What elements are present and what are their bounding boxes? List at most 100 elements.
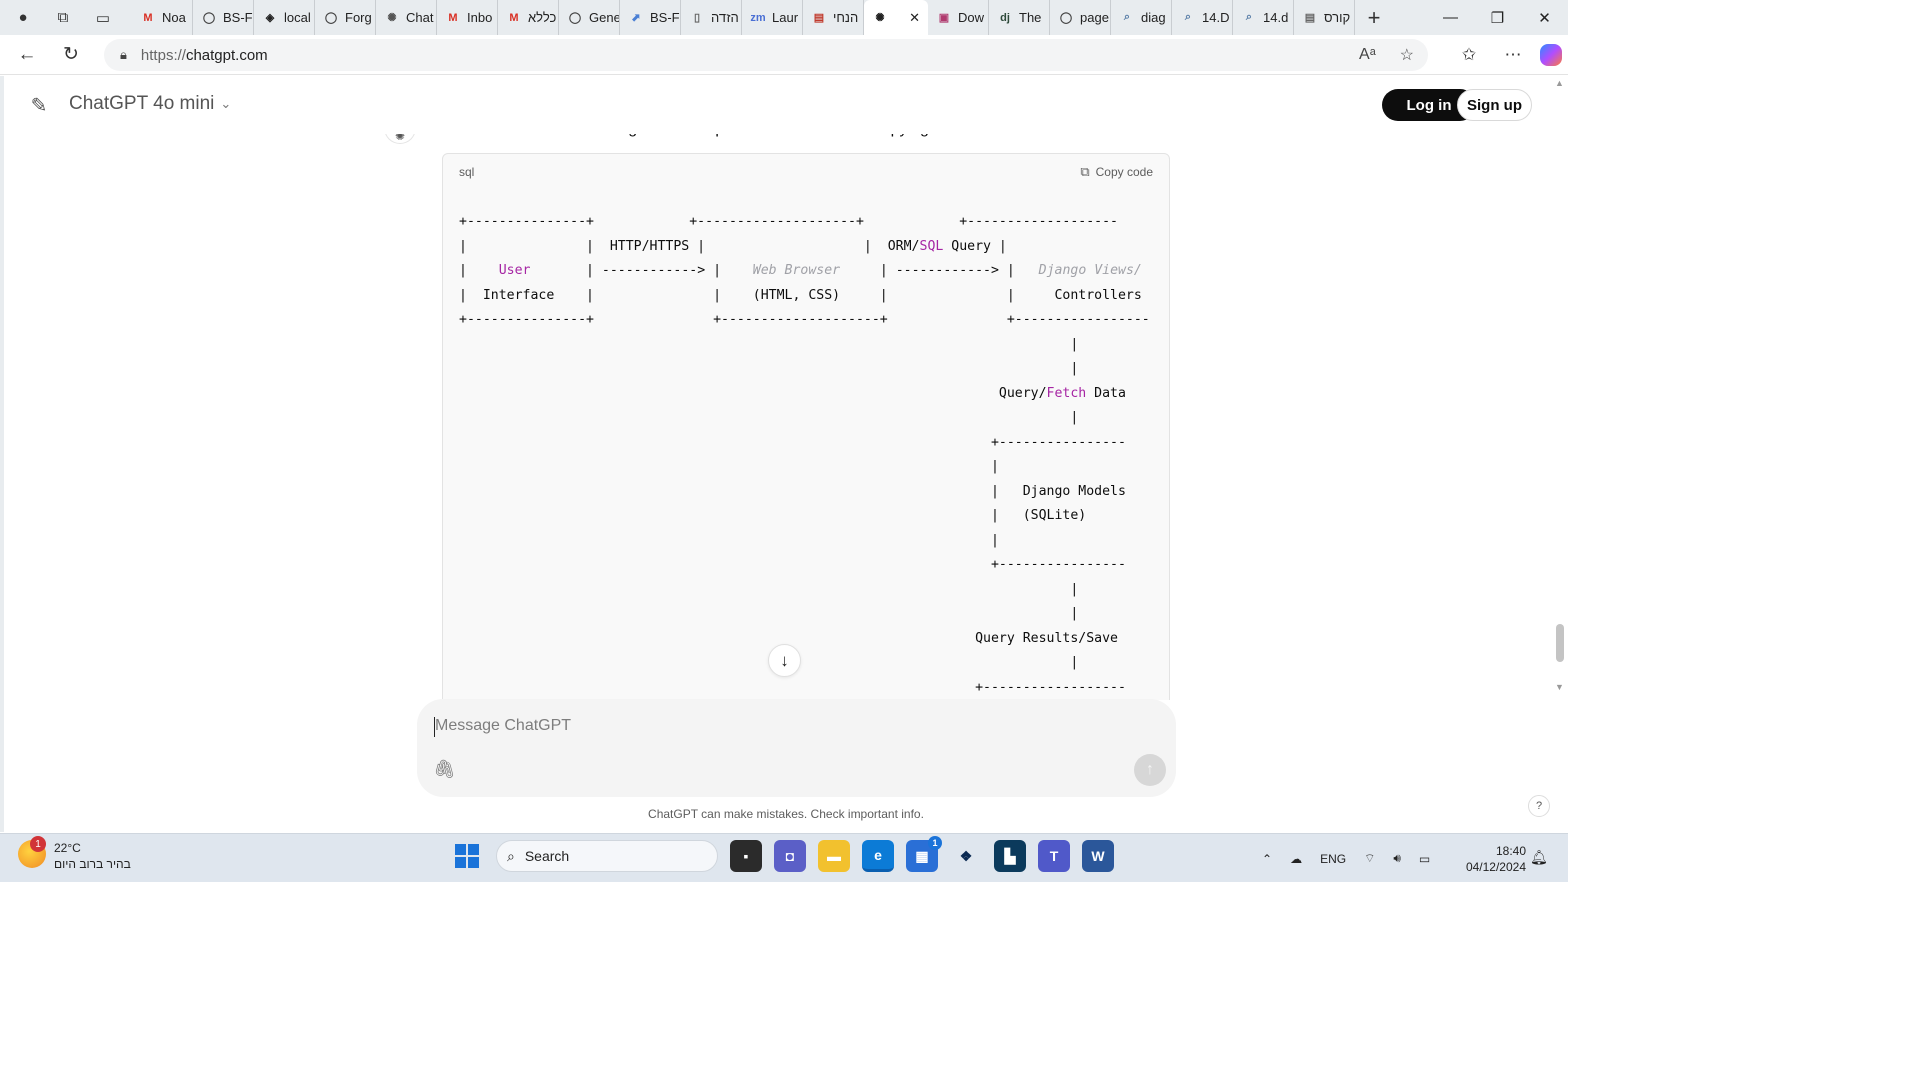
wifi-icon[interactable]: ⌔ (1364, 851, 1375, 866)
profile-icon[interactable]: ● (10, 5, 36, 31)
tab-favicon-icon: ⌕ (1184, 11, 1192, 23)
time: 18:40 (1495, 844, 1526, 858)
code-line: | (459, 410, 1079, 425)
tab-favicon-icon: ▤ (813, 12, 825, 24)
window-controls: — ❐ ✕ (1427, 0, 1568, 35)
tab-strip-right: ▣ Dow dj The ◯ page ⌕ diag ⌕ 14.D ⌕ 14.d ▤ קורס (928, 0, 1355, 35)
lock-icon[interactable]: 🔒︎ (120, 47, 127, 63)
restore-button[interactable]: ❐ (1474, 0, 1521, 35)
conversation[interactable]: ✺ Here's the architecture diagram with s… (4, 116, 1552, 700)
weather-widget[interactable]: 1 22°C בהיר ברוב היום (18, 836, 131, 872)
task-view-icon[interactable]: ▪ (730, 840, 762, 872)
windows-start-icon[interactable] (450, 839, 484, 873)
paperclip-icon[interactable]: 🖇︎ (433, 759, 456, 780)
tab-label: הנחי (833, 10, 859, 25)
left-tab-3[interactable]: ◯ Forg (315, 0, 376, 35)
tab-favicon-icon: ▯ (693, 12, 701, 24)
minimize-button[interactable]: — (1427, 0, 1474, 35)
page-scrollbar[interactable]: ▲ ▼ (1552, 76, 1568, 832)
left-tab-1[interactable]: ◯ BS-F (193, 0, 254, 35)
tab-active-chatgpt[interactable]: ✺ ✕ (864, 0, 928, 35)
more-menu-icon[interactable]: ⋯ (1496, 39, 1530, 71)
scroll-down-arrow-icon[interactable]: ▼ (1555, 682, 1564, 692)
tab-favicon-icon: ◯ (1059, 12, 1073, 24)
favorites-icon[interactable]: ✩ (1452, 39, 1486, 71)
signup-button[interactable]: Sign up (1457, 89, 1532, 121)
edge-icon[interactable]: e (862, 840, 894, 872)
left-tab-9[interactable]: ▯ הזדה (681, 0, 742, 35)
weather-icon: 1 (18, 836, 46, 868)
back-button[interactable]: ← (8, 39, 46, 71)
code-line: +---------------+ +--------------------+… (459, 214, 1118, 229)
tab-favicon-icon: zm (750, 11, 766, 24)
copilot-icon[interactable] (1540, 44, 1562, 66)
workspaces-icon[interactable]: ⧉ (50, 5, 76, 31)
scroll-up-arrow-icon[interactable]: ▲ (1555, 78, 1564, 88)
left-tab-6[interactable]: M כללא (498, 0, 559, 35)
left-tab-5[interactable]: M Inbo (437, 0, 498, 35)
message-composer[interactable]: Message ChatGPT 🖇︎ ↑ (417, 699, 1176, 797)
right-tab-0[interactable]: ▣ Dow (928, 0, 989, 35)
copy-code-button[interactable]: ⧉ Copy code (1080, 164, 1153, 180)
teams-chat-icon[interactable]: ◘ (774, 840, 806, 872)
tab-label: 14.d (1263, 10, 1289, 25)
code-block: sql ⧉ Copy code +---------------+ +-----… (442, 153, 1170, 700)
send-button[interactable]: ↑ (1134, 754, 1166, 786)
teams-icon[interactable]: T (1038, 840, 1070, 872)
close-tab-icon[interactable]: ✕ (909, 10, 920, 26)
right-tab-4[interactable]: ⌕ 14.D (1172, 0, 1233, 35)
tab-favicon-icon: ▣ (938, 12, 950, 24)
code-line: | Interface | | (HTML, CSS) | | Controll… (459, 287, 1142, 303)
tab-label: קורס (1324, 10, 1351, 25)
help-button[interactable]: ? (1528, 795, 1550, 817)
refresh-button[interactable]: ↻ (52, 39, 90, 71)
tab-strip: M Noa ◯ BS-F ◈ local ◯ Forg ✺ Chat M Inbo M כללא ◯ Gene… (132, 0, 864, 35)
scrollbar-thumb[interactable] (1556, 624, 1564, 662)
onedrive-icon[interactable]: ☁ (1290, 852, 1302, 866)
right-tab-5[interactable]: ⌕ 14.d (1233, 0, 1294, 35)
model-selector[interactable]: ChatGPT 4o mini ⌄ (69, 93, 231, 115)
right-tab-1[interactable]: dj The (989, 0, 1050, 35)
chevron-up-icon[interactable]: ⌃ (1262, 852, 1272, 866)
left-tab-0[interactable]: M Noa (132, 0, 193, 35)
code-line: | | HTTP/HTTPS | | ORM/SQL Query | (459, 238, 1007, 254)
left-tab-7[interactable]: ◯ Gene (559, 0, 620, 35)
model-name: ChatGPT 4o mini (69, 93, 215, 114)
tab-favicon-icon: M (143, 11, 153, 24)
language-indicator[interactable]: ENG (1320, 852, 1346, 866)
notification-bell-icon[interactable]: 🔔︎ (1530, 849, 1548, 866)
url-field[interactable]: 🔒︎ https:// chatgpt.com Aᵃ ☆ (104, 39, 1428, 71)
code-content[interactable]: +---------------+ +--------------------+… (459, 210, 1150, 700)
left-tab-11[interactable]: ▤ הנחי (803, 0, 864, 35)
taskbar-search[interactable]: ⌕ Search (496, 840, 718, 872)
weather-desc: בהיר ברוב היום (54, 857, 131, 871)
url-protocol: https:// (140, 46, 186, 64)
volume-icon[interactable]: 🔊︎ (1393, 851, 1401, 866)
file-explorer-icon[interactable]: ▬ (818, 840, 850, 872)
close-window-button[interactable]: ✕ (1521, 0, 1568, 35)
scroll-down-button[interactable]: ↓ (768, 644, 801, 677)
battery-icon[interactable]: ▭ (1419, 852, 1430, 866)
new-tab-button[interactable]: + (1355, 0, 1393, 35)
chatgpt-page: ✎ ChatGPT 4o mini ⌄ Log in Sign up ✺ Her… (0, 76, 1568, 832)
vertical-tabs-icon[interactable]: ▭ (90, 5, 116, 31)
favorite-star-icon[interactable]: ☆ (1400, 45, 1414, 65)
message-input[interactable]: Message ChatGPT (435, 717, 571, 735)
read-aloud-icon[interactable]: Aᵃ (1359, 46, 1376, 64)
left-tab-2[interactable]: ◈ local (254, 0, 315, 35)
date: 04/12/2024 (1465, 860, 1526, 874)
left-tab-8[interactable]: ⬈ BS-F (620, 0, 681, 35)
dropbox-icon[interactable]: ❖ (950, 840, 982, 872)
word-icon[interactable]: W (1082, 840, 1114, 872)
code-line: Query/Fetch Data (459, 385, 1126, 401)
right-tab-2[interactable]: ◯ page (1050, 0, 1111, 35)
store-icon[interactable]: ▦ 1 (906, 836, 942, 872)
tab-label: diag (1141, 10, 1166, 25)
app-icon[interactable]: ▙ (994, 840, 1026, 872)
right-tab-6[interactable]: ▤ קורס (1294, 0, 1355, 35)
left-tab-10[interactable]: zm Laur (742, 0, 803, 35)
clock[interactable]: 18:40 04/12/2024 (1458, 843, 1526, 875)
right-tab-3[interactable]: ⌕ diag (1111, 0, 1172, 35)
new-chat-icon[interactable]: ✎ (26, 92, 52, 118)
left-tab-4[interactable]: ✺ Chat (376, 0, 437, 35)
